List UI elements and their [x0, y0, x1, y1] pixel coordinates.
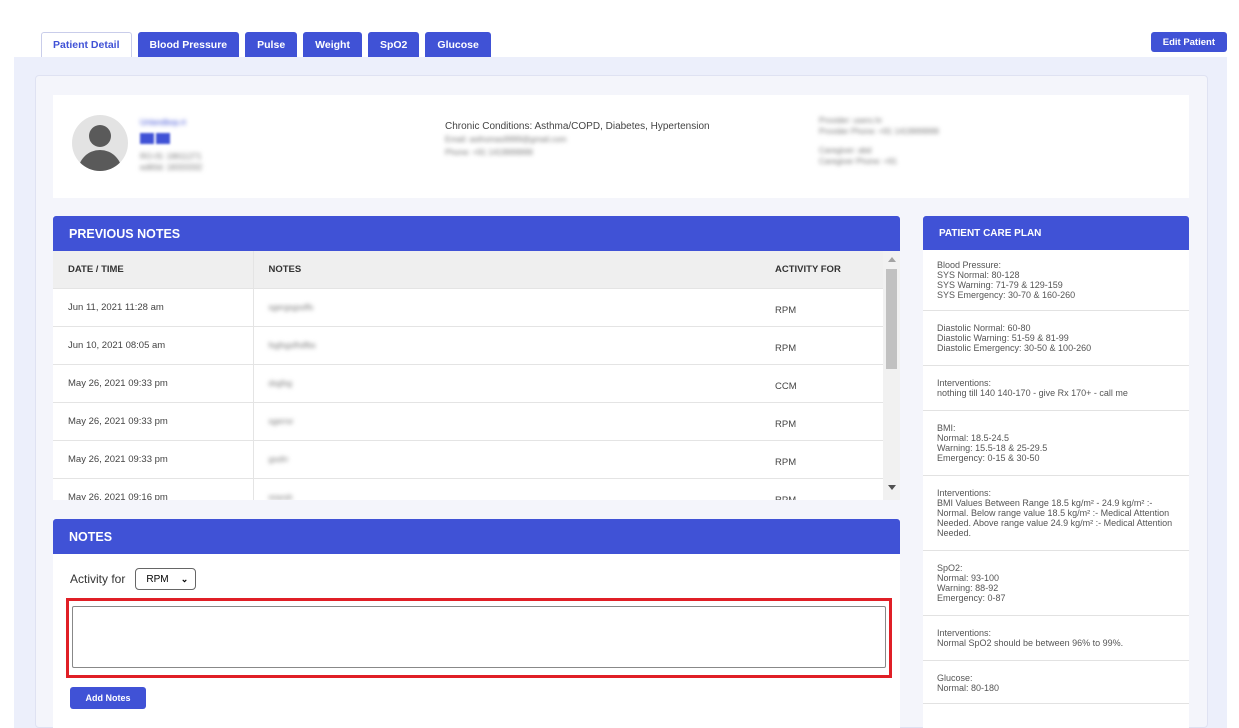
tab-patient-detail[interactable]: Patient Detail	[41, 32, 132, 58]
badge-icon	[156, 133, 170, 144]
note-text: nnsrsh	[268, 492, 293, 501]
note-text: gssfrr	[268, 454, 289, 464]
tab-glucose[interactable]: Glucose	[425, 32, 491, 57]
table-row: May 26, 2021 09:16 pm nnsrsh RPM	[53, 478, 883, 500]
note-text: sgerrsr	[268, 416, 294, 426]
table-row: Jun 11, 2021 11:28 am sgergsgssffs RPM	[53, 288, 883, 327]
note-text: sgergsgssffs	[268, 302, 314, 312]
patient-id-line: ed60d: 18333332	[140, 163, 203, 172]
table-row: May 26, 2021 09:33 pm gssfrr RPM	[53, 440, 883, 479]
care-plan-item: BMI: Normal: 18.5-24.5 Warning: 15.5-18 …	[923, 411, 1189, 476]
notes-textarea[interactable]	[72, 606, 886, 668]
notes-panel: NOTES Activity for RPM ⌄ Add Notes	[53, 519, 900, 728]
tab-pulse[interactable]: Pulse	[245, 32, 298, 57]
care-plan-item: Interventions: nothing till 140 140-170 …	[923, 366, 1189, 411]
care-plan-item: Interventions: BMI Values Between Range …	[923, 476, 1189, 551]
note-activity: RPM	[760, 326, 883, 365]
column-header-activity: ACTIVITY FOR	[760, 251, 883, 289]
previous-notes-panel: PREVIOUS NOTES DATE / TIME NOTES ACTIVIT…	[53, 216, 900, 500]
note-activity: RPM	[760, 440, 883, 479]
note-text-cell: gssfrr	[252, 440, 760, 479]
patient-name[interactable]: Unlandbop.rt	[140, 117, 202, 128]
care-plan-item: SpO2: Normal: 93-100 Warning: 88-92 Emer…	[923, 551, 1189, 616]
scroll-thumb[interactable]	[886, 269, 897, 369]
chronic-conditions: Chronic Conditions: Asthma/COPD, Diabete…	[445, 121, 710, 132]
tab-spo2[interactable]: SpO2	[367, 32, 420, 57]
notes-textarea-highlight	[66, 598, 892, 678]
column-header-notes: NOTES	[252, 251, 760, 289]
provider-info: Provider: users.hr Provider Phone: +91 1…	[819, 115, 939, 167]
notes-title: NOTES	[53, 519, 900, 554]
note-text-cell: sgergsgssffs	[252, 288, 760, 327]
note-text: dsgfsg	[268, 378, 293, 388]
care-plan-title: PATIENT CARE PLAN	[923, 216, 1189, 250]
add-notes-button[interactable]: Add Notes	[70, 687, 146, 709]
tab-bar: Patient Detail Blood Pressure Pulse Weig…	[41, 32, 491, 58]
care-plan-item: Glucose: Normal: 80-180	[923, 661, 1189, 704]
avatar	[72, 115, 128, 171]
care-plan-item: Blood Pressure: SYS Normal: 80-128 SYS W…	[923, 250, 1189, 311]
patient-badges	[140, 131, 202, 149]
note-activity: RPM	[760, 288, 883, 327]
note-text-cell: dsgfsg	[252, 364, 760, 403]
care-plan-item: Diastolic Normal: 60-80 Diastolic Warnin…	[923, 311, 1189, 366]
caregiver-name: Caregiver: abd	[819, 146, 872, 155]
patient-info-card: Unlandbop.rt RO-IS: 18611271 ed60d: 1833…	[53, 95, 1189, 198]
previous-notes-table-container[interactable]: DATE / TIME NOTES ACTIVITY FOR Jun 11, 2…	[53, 251, 900, 500]
scroll-up-icon[interactable]	[888, 257, 896, 262]
note-activity: CCM	[760, 364, 883, 403]
caregiver-phone: Caregiver Phone: +91	[819, 157, 898, 166]
note-date: May 26, 2021 09:33 pm	[53, 440, 253, 479]
note-date: Jun 11, 2021 11:28 am	[53, 288, 253, 327]
table-row: May 26, 2021 09:33 pm dsgfsg CCM	[53, 364, 883, 403]
activity-for-label: Activity for	[70, 572, 126, 586]
table-row: Jun 10, 2021 08:05 am fsgfsgsfhdfbs RPM	[53, 326, 883, 365]
note-date: Jun 10, 2021 08:05 am	[53, 326, 253, 365]
provider-name: Provider: users.hr	[819, 116, 883, 125]
badge-icon	[140, 133, 154, 144]
patient-conditions: Chronic Conditions: Asthma/COPD, Diabete…	[445, 121, 710, 158]
activity-for-row: Activity for RPM ⌄	[70, 568, 197, 590]
activity-for-select[interactable]: RPM ⌄	[135, 568, 197, 590]
table-row: May 26, 2021 09:33 pm sgerrsr RPM	[53, 402, 883, 441]
previous-notes-table: DATE / TIME NOTES ACTIVITY FOR Jun 11, 2…	[53, 251, 883, 500]
activity-for-value: RPM	[146, 573, 169, 585]
patient-id-line: RO-IS: 18611271	[140, 152, 202, 161]
note-text-cell: sgerrsr	[252, 402, 760, 441]
tab-blood-pressure[interactable]: Blood Pressure	[137, 32, 240, 57]
note-activity: RPM	[760, 402, 883, 441]
edit-patient-button[interactable]: Edit Patient	[1150, 32, 1227, 52]
previous-notes-title: PREVIOUS NOTES	[53, 216, 900, 251]
care-plan-item: Interventions: Normal SpO2 should be bet…	[923, 616, 1189, 661]
provider-phone: Provider Phone: +91 1419999999	[819, 127, 939, 136]
note-activity: RPM	[760, 478, 883, 500]
patient-phone: Phone: +91 1419999999	[445, 148, 533, 157]
scroll-down-icon[interactable]	[888, 485, 896, 490]
note-date: May 26, 2021 09:33 pm	[53, 402, 253, 441]
patient-care-plan-panel: PATIENT CARE PLAN Blood Pressure: SYS No…	[923, 216, 1189, 728]
column-header-date: DATE / TIME	[53, 251, 253, 289]
note-text: fsgfsgsfhdfbs	[268, 340, 316, 350]
note-date: May 26, 2021 09:16 pm	[53, 478, 253, 500]
table-scrollbar[interactable]	[883, 251, 900, 500]
note-text-cell: nnsrsh	[252, 478, 760, 501]
patient-email: Email: asthomas9999@gmail.com	[445, 135, 567, 144]
tab-weight[interactable]: Weight	[303, 32, 362, 57]
note-date: May 26, 2021 09:33 pm	[53, 364, 253, 403]
note-text-cell: fsgfsgsfhdfbs	[252, 326, 760, 365]
chevron-down-icon: ⌄	[180, 574, 189, 584]
patient-identity: Unlandbop.rt RO-IS: 18611271 ed60d: 1833…	[140, 117, 202, 173]
